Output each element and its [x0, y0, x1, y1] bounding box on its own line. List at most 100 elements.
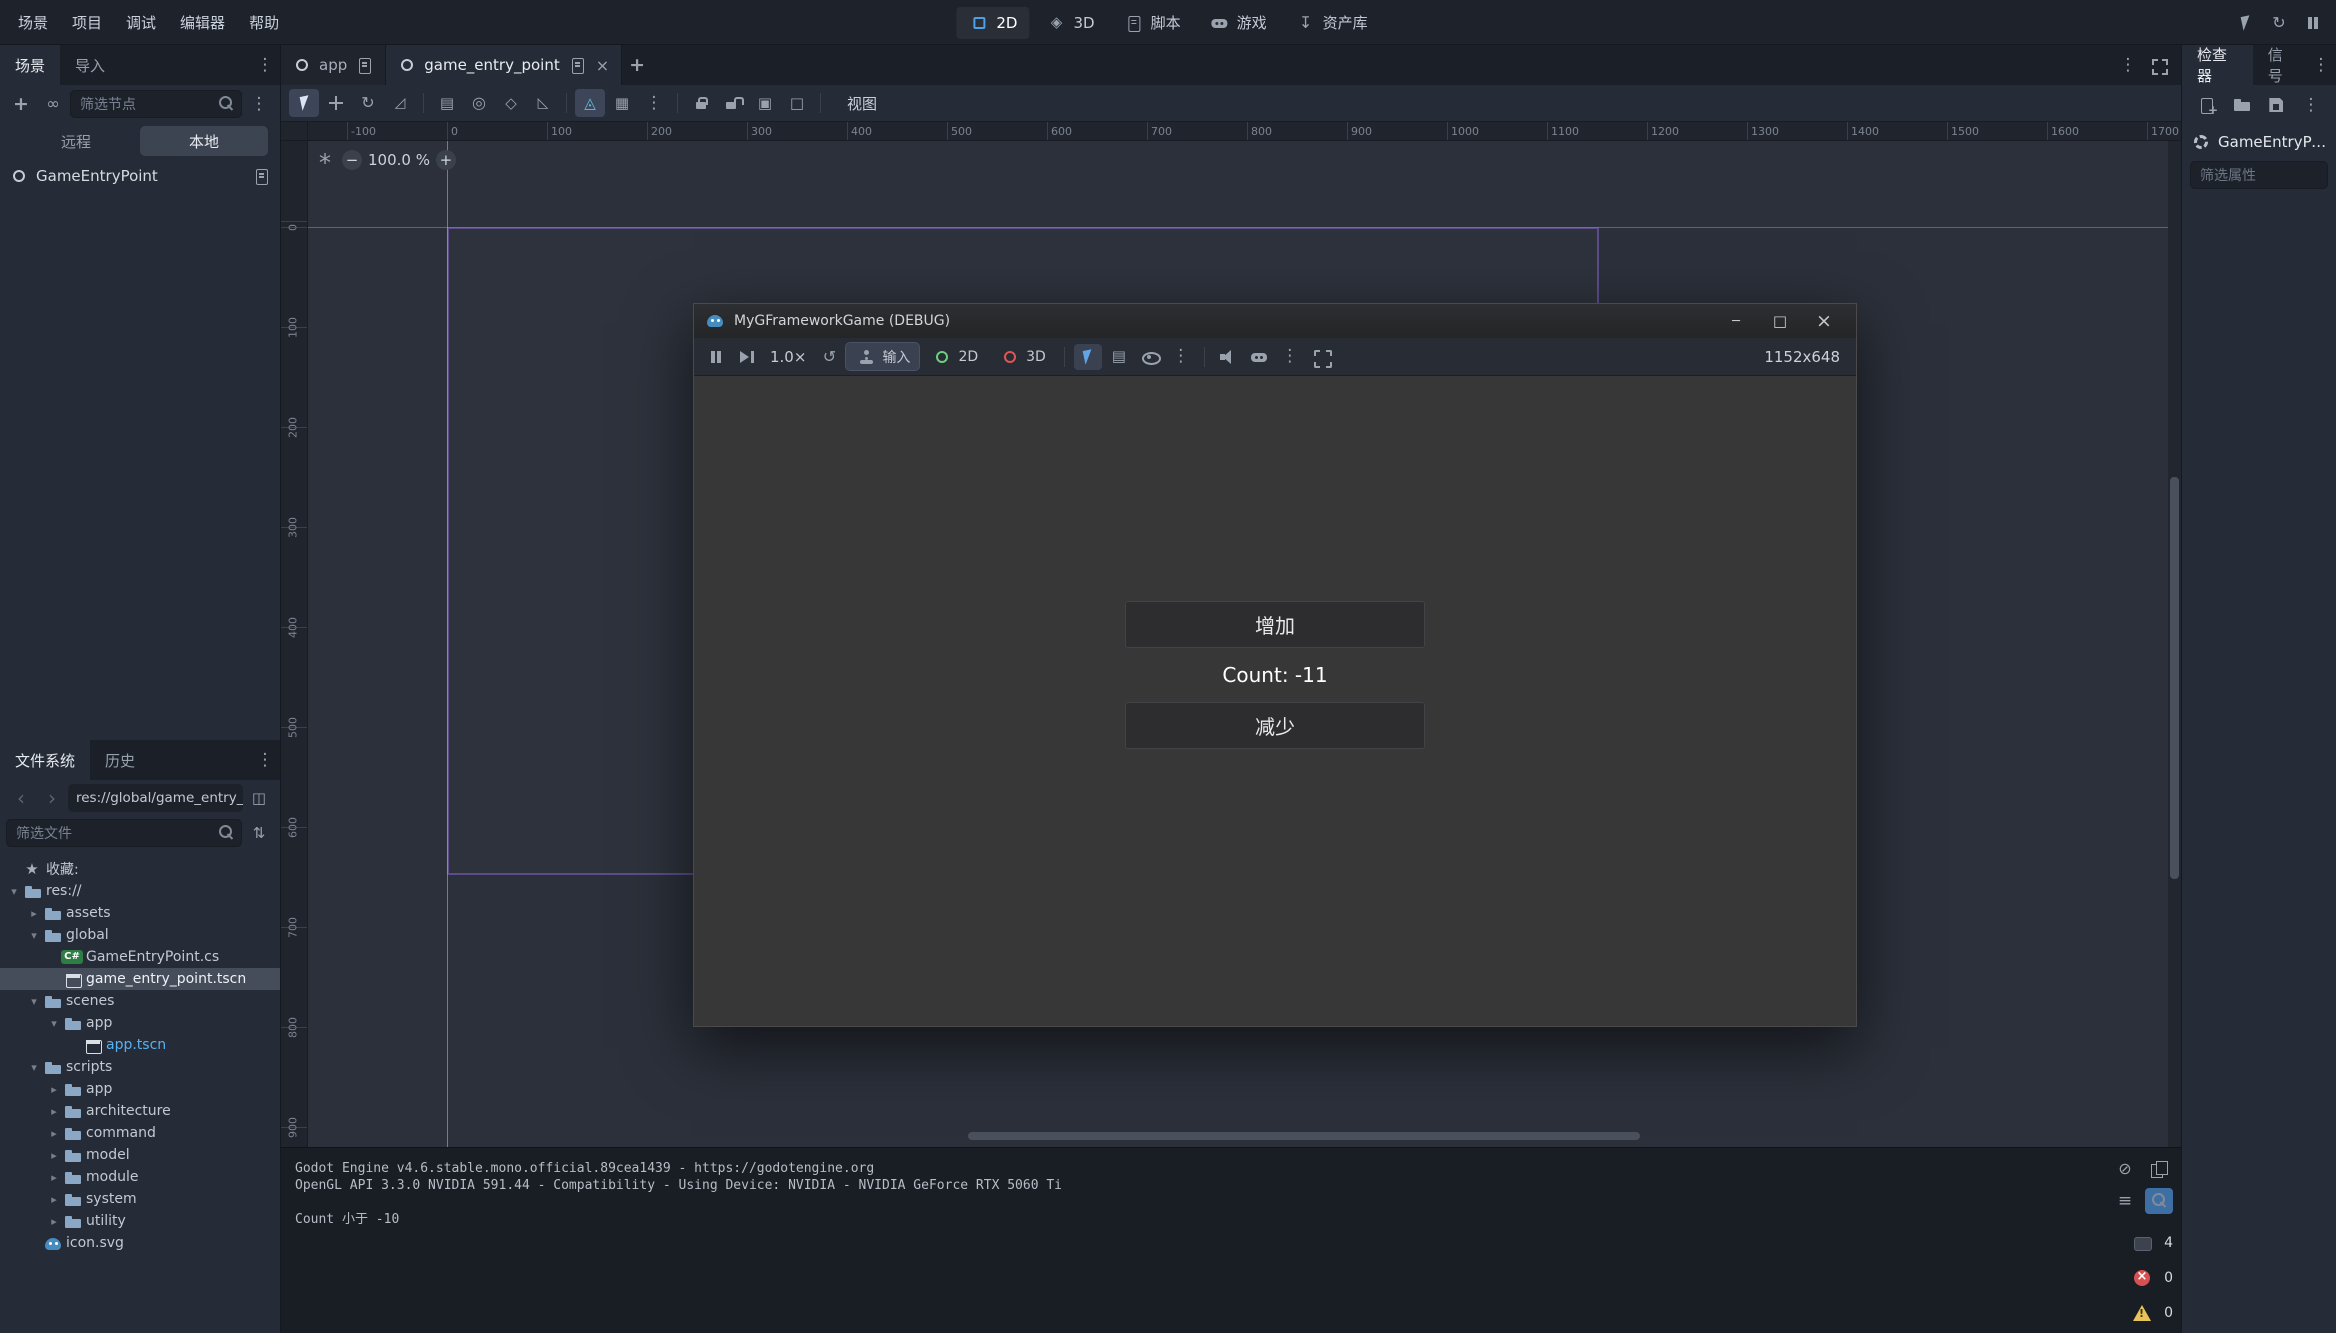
increase-button[interactable]: 增加 — [1125, 601, 1425, 648]
menubar-menu-4[interactable]: 帮助 — [237, 7, 291, 38]
refresh-button[interactable] — [2264, 9, 2294, 37]
scrollbar-thumb[interactable] — [968, 1132, 1640, 1140]
pause-button[interactable] — [2298, 9, 2328, 37]
filter-nodes-input[interactable]: 筛选节点 — [70, 90, 242, 118]
messages-badge[interactable]: 4 — [2131, 1230, 2173, 1256]
rotate-tool-button[interactable] — [353, 89, 383, 117]
pan-tool-button[interactable] — [496, 89, 526, 117]
dock-tab-0[interactable]: 文件系统 — [0, 740, 90, 780]
fs-item-scenes[interactable]: ▾scenes — [0, 990, 280, 1012]
unlock-tool-button[interactable] — [718, 89, 748, 117]
fs-item-global[interactable]: ▾global — [0, 924, 280, 946]
ungroup-tool-button[interactable] — [782, 89, 812, 117]
fs-item-system[interactable]: ▸system — [0, 1188, 280, 1210]
new-resource-button[interactable] — [2192, 91, 2222, 119]
remote-tab[interactable]: 远程 — [12, 126, 140, 156]
expander-icon[interactable]: ▸ — [46, 1083, 62, 1096]
snap-tool-button[interactable] — [575, 89, 605, 117]
minimize-button[interactable] — [1714, 304, 1758, 338]
local-tab[interactable]: 本地 — [140, 126, 268, 156]
nav-back-button[interactable] — [6, 784, 36, 812]
center-view-icon[interactable] — [314, 149, 336, 171]
nextframe-button[interactable] — [733, 344, 761, 370]
view-menu[interactable]: 视图 — [837, 89, 887, 118]
workspace-game[interactable]: 游戏 — [1197, 7, 1279, 39]
fs-item-command[interactable]: ▸command — [0, 1122, 280, 1144]
maximize-button[interactable] — [1758, 304, 1802, 338]
resource-options-button[interactable] — [2296, 91, 2326, 119]
zoom-in-button[interactable]: + — [436, 150, 456, 170]
cursor-button[interactable] — [1074, 344, 1102, 370]
eye-button[interactable] — [1136, 344, 1164, 370]
scene-tabs-menu-button[interactable] — [2113, 51, 2143, 79]
add-node-button[interactable] — [6, 90, 36, 118]
fs-item-icon-svg[interactable]: icon.svg — [0, 1232, 280, 1254]
fs-button[interactable] — [1307, 344, 1335, 370]
dock-tab-0[interactable]: 场景 — [0, 45, 60, 85]
fs-item-assets[interactable]: ▸assets — [0, 902, 280, 924]
rulerico-tool-button[interactable] — [528, 89, 558, 117]
dock-tab-1[interactable]: 信号 — [2253, 45, 2310, 85]
expander-icon[interactable]: ▸ — [46, 1171, 62, 1184]
expander-icon[interactable]: ▸ — [46, 1215, 62, 1228]
dock-tab-1[interactable]: 导入 — [60, 45, 120, 85]
expander-icon[interactable]: ▸ — [26, 907, 42, 920]
gamepad-button[interactable] — [1245, 344, 1273, 370]
fs-item-model[interactable]: ▸model — [0, 1144, 280, 1166]
camera-3d-toggle-button[interactable]: 3D — [990, 343, 1055, 370]
scene-tab-game-entry-point[interactable]: game_entry_point× — [386, 45, 622, 85]
cursor-button[interactable] — [2230, 9, 2260, 37]
scene-tab-app[interactable]: app — [281, 45, 386, 85]
fs-item-app[interactable]: ▾app — [0, 1012, 280, 1034]
gridsnap-tool-button[interactable] — [607, 89, 637, 117]
close-button[interactable] — [1802, 304, 1846, 338]
zoom-level[interactable]: 100.0 % — [368, 151, 430, 169]
expander-icon[interactable]: ▸ — [46, 1149, 62, 1162]
save-resource-button[interactable] — [2261, 91, 2291, 119]
input-toggle-button[interactable]: 输入 — [846, 343, 919, 370]
expander-icon[interactable]: ▸ — [46, 1105, 62, 1118]
vol-button[interactable] — [1214, 344, 1242, 370]
menubar-menu-2[interactable]: 调试 — [114, 7, 168, 38]
load-resource-button[interactable] — [2227, 91, 2257, 119]
move-tool-button[interactable] — [321, 89, 351, 117]
scene-dock-menu-icon[interactable] — [254, 54, 276, 76]
filesystem-menu-icon[interactable] — [254, 749, 276, 771]
workspace-2d[interactable]: 2D — [956, 7, 1029, 39]
instance-scene-button[interactable] — [38, 90, 68, 118]
expander-icon[interactable]: ▾ — [26, 1061, 42, 1074]
fs-item-res[interactable]: ▾res:// — [0, 880, 280, 902]
nav-forward-button[interactable] — [37, 784, 67, 812]
expander-icon[interactable]: ▾ — [26, 995, 42, 1008]
file-sort-button[interactable] — [244, 819, 274, 847]
scene-tree-root-node[interactable]: GameEntryPoint — [0, 162, 280, 190]
errors-badge[interactable]: 0 — [2131, 1265, 2173, 1291]
dots-button[interactable] — [1167, 344, 1195, 370]
expander-icon[interactable]: ▸ — [46, 1127, 62, 1140]
scene-tree-menu-button[interactable] — [244, 90, 274, 118]
expander-icon[interactable]: ▸ — [46, 1193, 62, 1206]
speed-scale-label[interactable]: 1.0× — [764, 348, 812, 366]
toggle-split-mode-button[interactable] — [244, 784, 274, 812]
new-scene-tab-button[interactable] — [622, 51, 652, 79]
workspace-3d[interactable]: 3D — [1033, 7, 1106, 39]
expander-icon[interactable]: ▾ — [6, 885, 22, 898]
listsel-button[interactable] — [1105, 344, 1133, 370]
expander-icon[interactable]: ▾ — [46, 1017, 62, 1030]
game-window-titlebar[interactable]: MyGFrameworkGame (DEBUG) — [694, 304, 1856, 338]
distraction-free-button[interactable] — [2143, 51, 2173, 79]
reset-button[interactable] — [815, 344, 843, 370]
pivot-tool-button[interactable] — [464, 89, 494, 117]
clear-output-button[interactable] — [2111, 1156, 2139, 1182]
menubar-menu-3[interactable]: 编辑器 — [168, 7, 237, 38]
pause-button[interactable] — [702, 344, 730, 370]
search-output-button[interactable] — [2145, 1188, 2173, 1214]
current-path[interactable]: res://global/game_entry_p — [68, 784, 243, 812]
fs-item-utility[interactable]: ▸utility — [0, 1210, 280, 1232]
script-icon[interactable] — [250, 165, 272, 187]
select-tool-button[interactable] — [289, 89, 319, 117]
decrease-button[interactable]: 减少 — [1125, 702, 1425, 749]
lock-tool-button[interactable] — [686, 89, 716, 117]
close-tab-icon[interactable]: × — [594, 56, 611, 75]
fs-item-row-0[interactable]: 收藏: — [0, 858, 280, 880]
